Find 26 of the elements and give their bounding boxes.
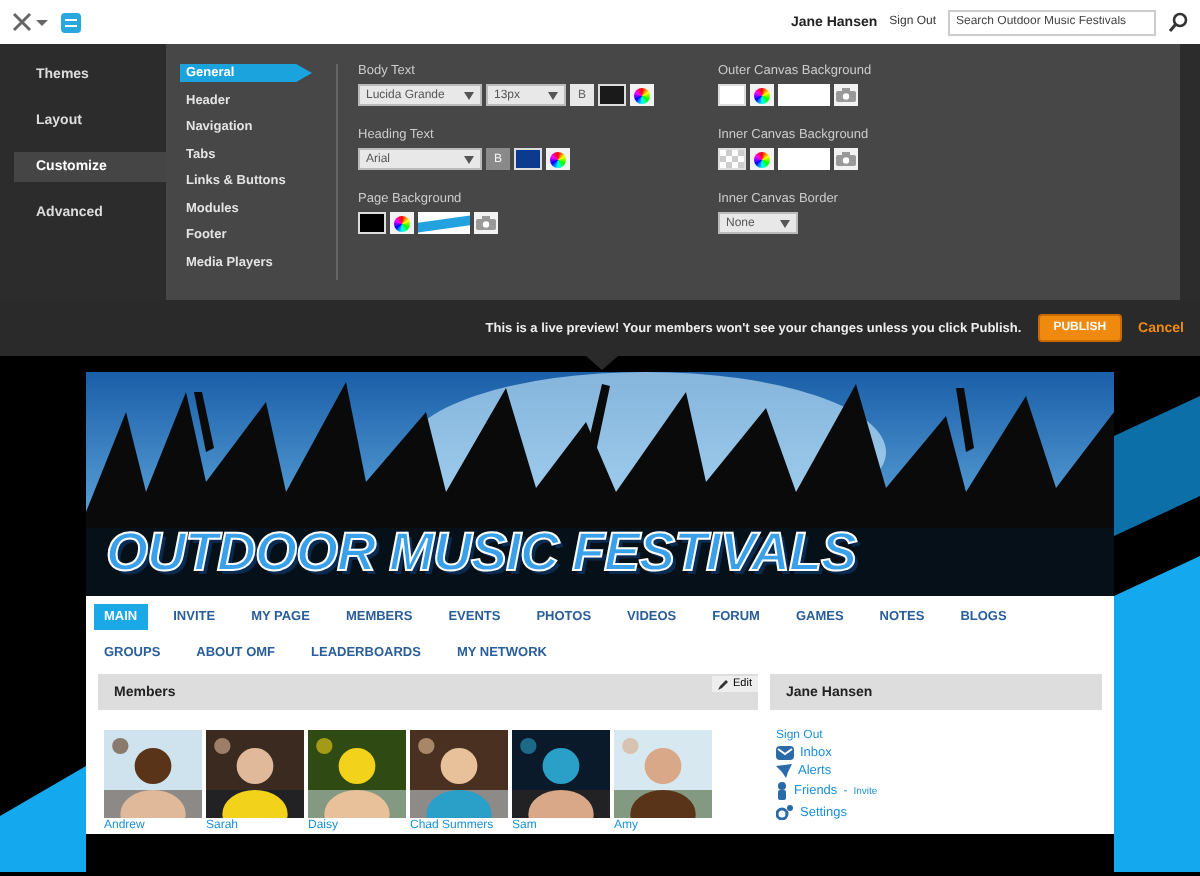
color-swatch[interactable] (514, 148, 542, 170)
color-swatch[interactable] (358, 212, 386, 234)
caret-icon (780, 219, 790, 227)
camera-icon[interactable] (834, 84, 858, 106)
transparent-swatch[interactable] (718, 148, 746, 170)
pencil-icon (717, 678, 730, 690)
color-swatch[interactable] (718, 84, 746, 106)
app-icon[interactable] (60, 11, 82, 33)
color-wheel-icon[interactable] (750, 84, 774, 106)
color-wheel-icon[interactable] (546, 148, 570, 170)
caret-icon (464, 91, 474, 99)
color-wheel-icon[interactable] (750, 148, 774, 170)
camera-icon[interactable] (474, 212, 498, 234)
camera-icon[interactable] (834, 148, 858, 170)
color-swatch[interactable] (598, 84, 626, 106)
color-wheel-icon[interactable] (390, 212, 414, 234)
caret-icon (548, 91, 558, 99)
mail-icon (776, 746, 794, 760)
search-icon[interactable] (1168, 12, 1188, 32)
gear-icon (776, 804, 794, 820)
tools-icon[interactable] (12, 12, 48, 32)
diagonal-shape (0, 766, 86, 872)
person-icon (776, 782, 788, 800)
banner-title: OUTDOOR MUSIC FESTIVALS (106, 522, 857, 584)
caret-icon (464, 155, 474, 163)
color-wheel-icon[interactable] (630, 84, 654, 106)
